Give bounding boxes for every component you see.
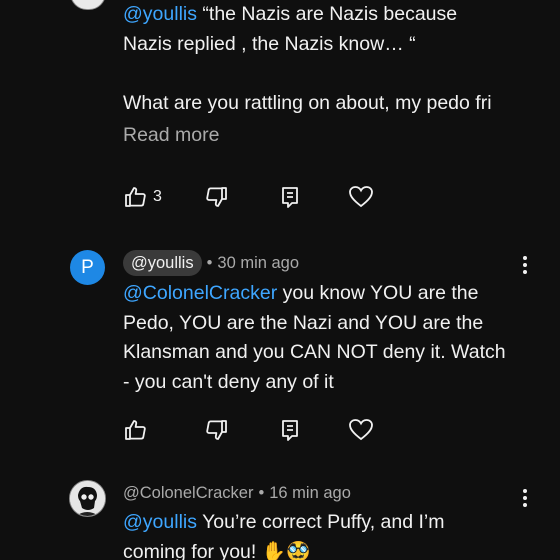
- comment-text: @youllis “the Nazis are Nazis because Na…: [123, 0, 543, 118]
- reply-button[interactable]: [278, 417, 302, 443]
- dislike-icon: [205, 418, 229, 442]
- like-button[interactable]: 3: [123, 184, 162, 210]
- heart-icon: [348, 418, 374, 442]
- heart-button[interactable]: [348, 417, 374, 443]
- reply-icon: [278, 185, 302, 209]
- comment-text-line: What are you rattling on about, my pedo …: [123, 91, 492, 114]
- author-handle[interactable]: @youllis: [123, 250, 202, 276]
- more-vert-icon: [522, 255, 528, 279]
- comment-text-line: coming for you! ✋🥸: [123, 540, 311, 560]
- like-count: 3: [153, 188, 162, 205]
- comment-time: 16 min ago: [269, 483, 351, 502]
- comment-time: 30 min ago: [217, 253, 300, 272]
- comment-actions: 3: [123, 184, 383, 210]
- like-button[interactable]: [123, 417, 147, 443]
- read-more-link[interactable]: Read more: [123, 124, 219, 147]
- comment-text-line: You’re correct Puffy, and I’m: [202, 511, 445, 533]
- comment-actions: [123, 417, 383, 443]
- author-handle[interactable]: @ColonelCracker: [123, 484, 253, 503]
- comment-text: @ColonelCracker you know YOU are the Ped…: [123, 279, 543, 397]
- heart-button[interactable]: [348, 184, 374, 210]
- avatar-letter: P: [81, 256, 94, 278]
- dislike-button[interactable]: [205, 184, 229, 210]
- comment-meta: @ColonelCracker • 16 min ago: [123, 480, 351, 506]
- comment-text-line: Pedo, YOU are the Nazi and YOU are the: [123, 311, 484, 334]
- dislike-button[interactable]: [205, 417, 229, 443]
- comment-text: @youllis You’re correct Puffy, and I’m c…: [123, 508, 543, 560]
- mention-link[interactable]: @ColonelCracker: [123, 282, 277, 304]
- like-icon: [123, 185, 147, 209]
- meta-separator: •: [258, 483, 265, 502]
- comment-text-line: you know YOU are the: [282, 282, 479, 304]
- comment-text-line: Klansman and you CAN NOT deny it. Watch: [123, 341, 506, 363]
- like-icon: [123, 418, 147, 442]
- avatar[interactable]: P: [70, 250, 105, 285]
- comment-text-line: - you can't deny any of it: [123, 370, 334, 393]
- reply-button[interactable]: [278, 184, 302, 210]
- comment-text-line: Nazis replied , the Nazis know… “: [123, 32, 416, 55]
- meta-separator: •: [206, 253, 213, 272]
- mention-link[interactable]: @youllis: [123, 511, 197, 533]
- heart-icon: [348, 185, 374, 209]
- more-options-button[interactable]: [515, 255, 535, 279]
- comment-meta: @youllis • 30 min ago: [123, 250, 299, 276]
- mention-link[interactable]: @youllis: [123, 3, 197, 25]
- dislike-icon: [205, 185, 229, 209]
- comment-text-line: “the Nazis are Nazis because: [202, 3, 458, 25]
- reply-icon: [278, 418, 302, 442]
- avatar[interactable]: [70, 0, 106, 10]
- avatar[interactable]: [69, 480, 106, 517]
- comments-screen: @youllis “the Nazis are Nazis because Na…: [0, 0, 560, 560]
